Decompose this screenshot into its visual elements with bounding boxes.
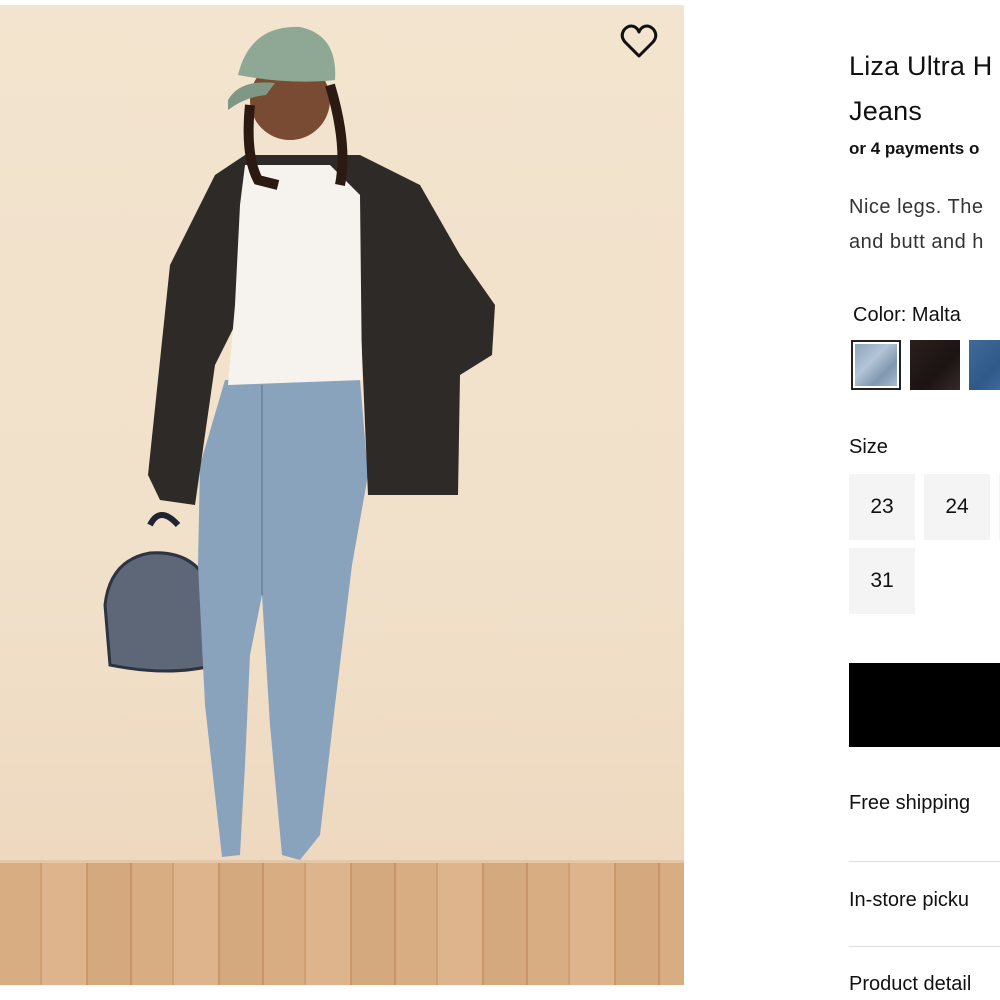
product-details-row[interactable]: Product detail: [849, 973, 971, 996]
product-description: Nice legs. The and butt and h: [849, 196, 984, 253]
size-label: Size: [849, 436, 888, 458]
model-photo-illustration: [103, 26, 495, 955]
favorite-button[interactable]: [620, 24, 658, 60]
shipping-row[interactable]: Free shipping: [849, 792, 970, 815]
product-image[interactable]: [0, 5, 684, 985]
color-label: Color: Malta: [853, 304, 961, 326]
size-option-23[interactable]: 23: [849, 474, 915, 540]
payments-text[interactable]: or 4 payments o: [849, 139, 979, 159]
product-info-panel: Liza Ultra H Jeans or 4 payments o Nice …: [849, 0, 1000, 1000]
product-title: Liza Ultra H Jeans: [849, 51, 993, 126]
color-swatch-black[interactable]: [910, 340, 960, 390]
floor: [0, 860, 684, 985]
heart-icon: [620, 24, 658, 58]
add-to-bag-button[interactable]: [849, 663, 1000, 747]
size-option-24[interactable]: 24: [924, 474, 990, 540]
divider: [849, 946, 1000, 947]
color-swatch-malta[interactable]: [851, 340, 901, 390]
store-pickup-row[interactable]: In-store picku: [849, 889, 969, 912]
size-option-31[interactable]: 31: [849, 548, 915, 614]
color-swatch-dark-blue[interactable]: [969, 340, 1000, 390]
divider: [849, 861, 1000, 862]
